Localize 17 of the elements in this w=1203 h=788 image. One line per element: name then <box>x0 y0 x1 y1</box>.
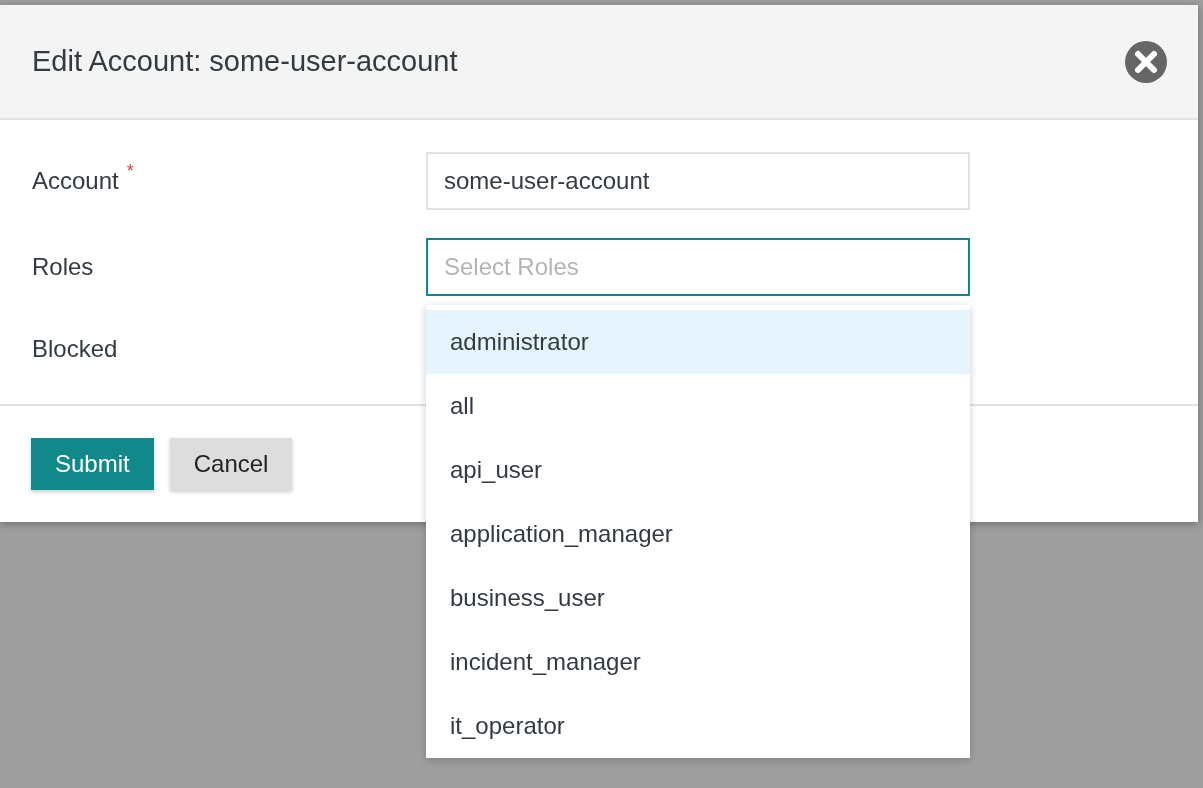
dialog-title: Edit Account: some-user-account <box>32 45 458 78</box>
close-icon[interactable] <box>1124 39 1168 84</box>
field-label: Blocked <box>32 335 118 363</box>
dropdown-option[interactable]: incident_manager <box>426 630 970 694</box>
dropdown-option[interactable]: administrator <box>426 310 970 374</box>
field-label: Account <box>32 167 119 195</box>
dropdown-option[interactable]: business_user <box>426 566 970 630</box>
submit-button[interactable]: Submit <box>31 438 154 490</box>
field-label: Roles <box>32 253 94 281</box>
input-field[interactable]: Select Roles <box>426 238 970 296</box>
dropdown-option[interactable]: application_manager <box>426 502 970 566</box>
input-field[interactable]: some-user-account <box>426 152 970 210</box>
required-mark: * <box>126 161 134 182</box>
dropdown-option[interactable]: api_user <box>426 438 970 502</box>
dropdown-option[interactable]: all <box>426 374 970 438</box>
cancel-button[interactable]: Cancel <box>169 438 293 490</box>
dropdown-option[interactable]: it_operator <box>426 694 970 758</box>
